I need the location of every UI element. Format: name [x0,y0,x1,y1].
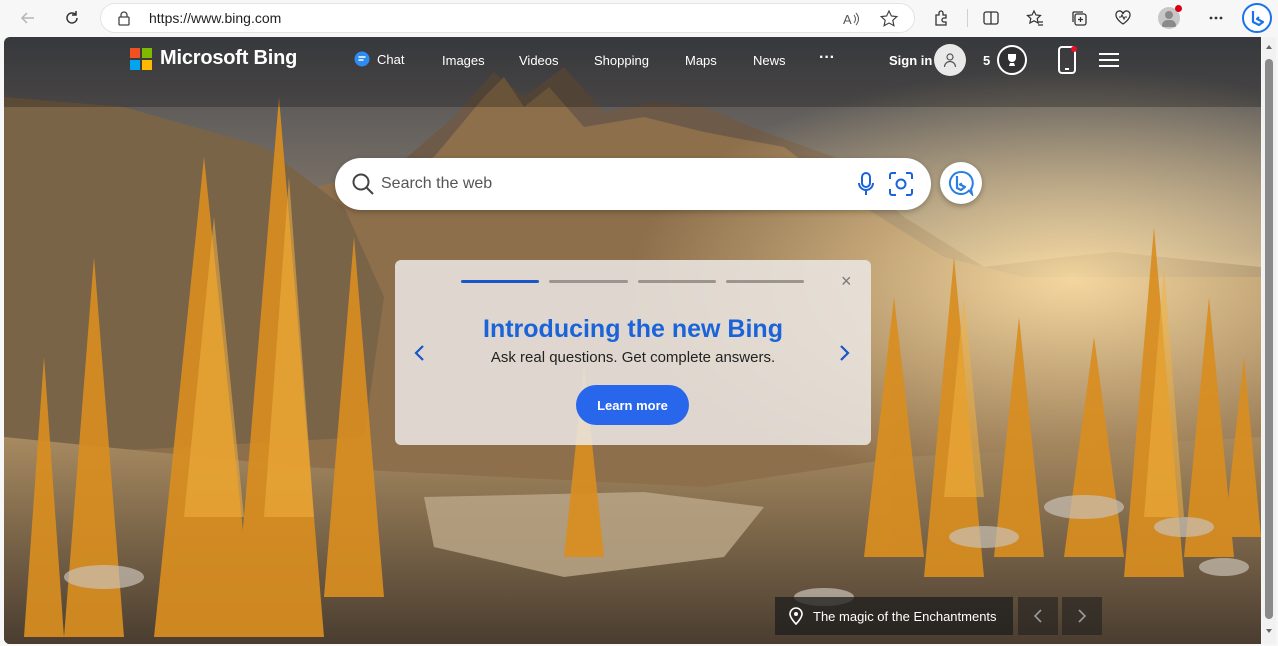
collections-button[interactable] [1065,4,1093,32]
page-scrollbar[interactable] [1262,37,1276,644]
chevron-right-icon [1078,609,1087,623]
split-screen-icon [983,11,999,25]
nav-chat-label: Chat [377,51,405,67]
search-box[interactable] [335,158,931,210]
location-pin-icon [789,607,803,625]
favorites-icon [1026,9,1043,26]
learn-more-button[interactable]: Learn more [576,385,689,425]
promo-card: × Introducing the new Bing Ask real ques… [395,260,871,445]
image-caption[interactable]: The magic of the Enchantments [775,597,1013,635]
favorites-button[interactable] [1021,4,1049,32]
bing-chat-button[interactable] [940,162,982,204]
chevron-left-icon [1033,609,1042,623]
bing-logo[interactable]: Microsoft Bing [130,47,297,70]
scroll-up-icon[interactable] [1265,43,1273,51]
caption-text: The magic of the Enchantments [813,608,997,624]
sign-in-link[interactable]: Sign in [889,53,932,68]
nav-chat[interactable]: Chat [354,51,404,67]
profile-icon [1158,5,1182,29]
favorite-star-icon[interactable] [879,9,899,29]
promo-next-icon[interactable] [839,344,851,362]
nav-images[interactable]: Images [442,53,485,68]
visual-search-icon[interactable] [888,171,914,197]
back-button[interactable] [14,4,42,32]
nav-more[interactable]: ··· [819,49,835,67]
avatar[interactable] [934,44,966,76]
split-screen-button[interactable] [977,4,1005,32]
chat-icon [354,51,370,67]
bing-chat-icon [948,170,974,196]
address-bar[interactable]: https://www.bing.com A [100,3,915,33]
refresh-icon [66,11,78,24]
microphone-icon[interactable] [856,171,876,197]
more-icon [1209,16,1223,20]
scroll-thumb[interactable] [1265,59,1273,619]
rewards-button[interactable] [997,45,1027,75]
url-text[interactable]: https://www.bing.com [149,10,281,26]
browser-toolbar: https://www.bing.com A [0,0,1278,36]
extensions-icon [935,10,947,26]
read-aloud-icon[interactable]: A [841,9,861,29]
lock-icon[interactable] [117,10,131,26]
promo-close-icon[interactable]: × [841,272,852,290]
extensions-button[interactable] [928,4,956,32]
toolbar-divider [967,9,968,27]
more-button[interactable] [1202,4,1230,32]
collections-icon [1072,11,1087,26]
scroll-down-icon[interactable] [1265,627,1273,635]
search-input[interactable] [381,172,841,196]
notification-dot [1175,5,1182,12]
nav-maps[interactable]: Maps [685,53,717,68]
hamburger-menu-icon[interactable] [1098,52,1120,68]
page-viewport: Microsoft Bing Chat Images Videos Shoppi… [4,37,1261,644]
promo-subtitle: Ask real questions. Get complete answers… [490,349,776,366]
user-icon [943,53,957,68]
mobile-phone-icon[interactable] [1057,46,1077,74]
back-icon [20,12,34,24]
promo-progress-3[interactable] [638,280,716,283]
logo-text: Microsoft Bing [160,47,298,69]
trophy-icon [1008,54,1016,66]
search-icon[interactable] [351,172,375,196]
promo-progress-1-active[interactable] [461,280,539,283]
promo-title: Introducing the new Bing [483,315,783,343]
previous-image-button[interactable] [1018,597,1058,635]
next-image-button[interactable] [1062,597,1102,635]
nav-news[interactable]: News [753,53,786,68]
refresh-button[interactable] [58,4,86,32]
microsoft-logo-icon [130,47,152,70]
nav-shopping[interactable]: Shopping [594,53,649,68]
performance-button[interactable] [1109,4,1137,32]
promo-progress-4[interactable] [726,280,804,283]
copilot-button[interactable] [1242,3,1272,33]
promo-progress-2[interactable] [549,280,628,283]
copilot-icon [1251,11,1265,27]
nav-videos[interactable]: Videos [519,53,559,68]
rewards-count[interactable]: 5 [983,53,990,68]
svg-text:A: A [843,12,852,27]
profile-button[interactable] [1155,4,1183,32]
performance-icon [1115,10,1131,25]
